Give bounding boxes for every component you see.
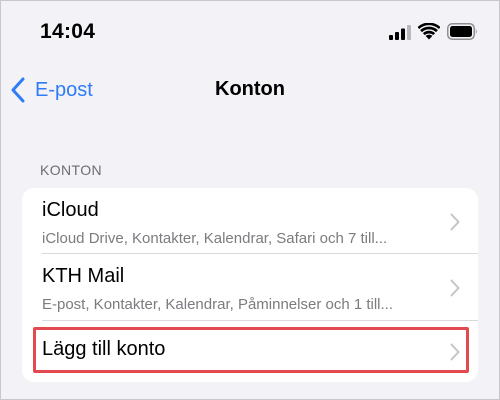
- battery-icon: [447, 23, 477, 40]
- account-subtitle: E-post, Kontakter, Kalendrar, Påminnelse…: [42, 296, 394, 313]
- accounts-list: iCloud iCloud Drive, Kontakter, Kalendra…: [22, 188, 478, 382]
- account-title: KTH Mail: [42, 265, 125, 287]
- add-account-label: Lägg till konto: [42, 338, 166, 360]
- add-account-row[interactable]: Lägg till konto: [22, 321, 478, 382]
- account-row-kth-mail[interactable]: KTH Mail E-post, Kontakter, Kalendrar, P…: [22, 254, 478, 321]
- account-title: iCloud: [42, 199, 99, 221]
- chevron-right-icon: [450, 343, 460, 361]
- page-title: Konton: [215, 78, 285, 100]
- account-row-icloud[interactable]: iCloud iCloud Drive, Kontakter, Kalendra…: [22, 188, 478, 254]
- status-bar: 14:04: [0, 0, 500, 62]
- wifi-icon: [418, 23, 440, 40]
- account-subtitle: iCloud Drive, Kontakter, Kalendrar, Safa…: [42, 230, 388, 247]
- cellular-signal-icon: [389, 25, 411, 40]
- status-time: 14:04: [40, 20, 96, 43]
- chevron-right-icon: [450, 279, 460, 297]
- chevron-right-icon: [450, 213, 460, 231]
- section-header: KONTON: [40, 162, 103, 178]
